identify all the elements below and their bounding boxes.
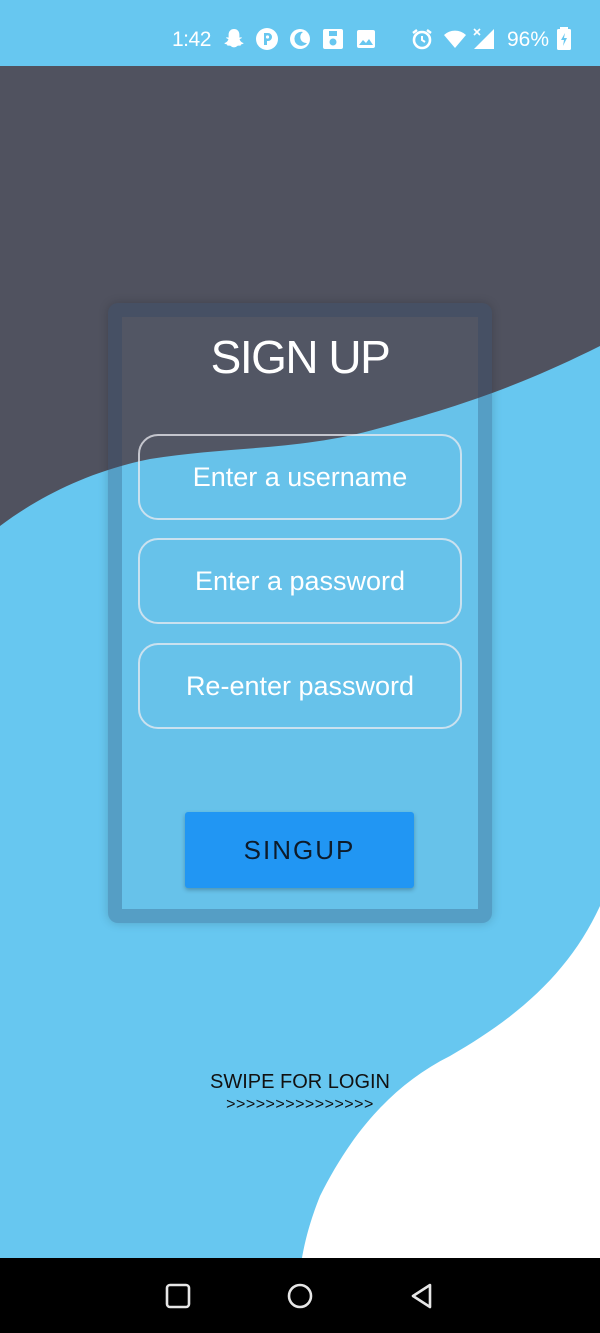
recents-icon[interactable] [164,1282,192,1310]
moon-icon [290,29,310,49]
swipe-hint[interactable]: SWIPE FOR LOGIN >>>>>>>>>>>>>>> [0,1070,600,1116]
screen: 1:42 96% SIGN UP Enter a username SINGUP… [0,0,600,1333]
image-icon [357,30,375,48]
status-time: 1:42 [172,28,211,51]
signup-card: SIGN UP SINGUP [108,303,492,923]
swipe-arrows: >>>>>>>>>>>>>>> [226,1096,374,1113]
wifi-icon [444,30,466,48]
status-bar: 1:42 96% [0,0,600,66]
calendar-icon [323,29,343,49]
back-icon[interactable] [408,1282,436,1310]
battery-icon [557,27,571,50]
reenter-password-input[interactable] [138,643,462,729]
app-icon [256,28,278,50]
username-input[interactable] [138,434,462,520]
signal-icon [473,28,494,49]
password-input[interactable] [138,538,462,624]
snapchat-icon [224,29,244,48]
navigation-bar [0,1258,600,1333]
home-icon[interactable] [286,1282,314,1310]
page-title: SIGN UP [210,331,391,383]
battery-percentage: 96% [507,28,550,51]
alarm-icon [412,29,432,50]
swipe-label: SWIPE FOR LOGIN [209,1071,391,1093]
signup-button[interactable]: SINGUP [185,812,414,888]
